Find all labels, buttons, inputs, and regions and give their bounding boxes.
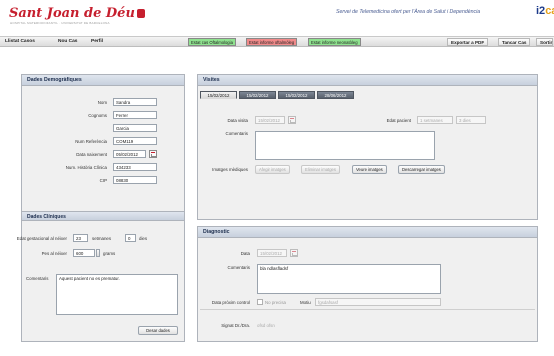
naix-label: Data naixement: [76, 152, 107, 157]
visits-panel: Visites 15/02/2012 15/02/2012 15/02/2012…: [197, 74, 538, 220]
status-badge-informe-neonatoleg: Estat informe neonatòleg: [308, 38, 361, 46]
dies-field[interactable]: 0: [125, 234, 136, 242]
nav-nou-cas[interactable]: Nou Cas: [58, 39, 77, 44]
signat-label: Signat Dr./Dra.: [221, 323, 250, 328]
edat-setmanes-field[interactable]: 1 setmanes: [417, 116, 453, 124]
delete-images-button[interactable]: Eliminar imatges: [301, 165, 340, 174]
setmanes-field[interactable]: 23: [73, 234, 88, 242]
diag-data-label: Data: [240, 251, 250, 256]
save-data-button[interactable]: Desar dades: [138, 326, 178, 335]
hist-label: Num. Història Clínica: [65, 165, 107, 170]
edat-dies-field[interactable]: 3 dies: [456, 116, 486, 124]
hospital-logo-subtitle: HOSPITAL MATERNOINFANTIL · UNIVERSITAT D…: [10, 21, 110, 25]
ref-label: Num Referència: [75, 139, 107, 144]
cognom2-field[interactable]: Garcia: [113, 124, 157, 132]
edat-gestacional-label: Edat gestacional al néixer: [16, 236, 67, 241]
hospital-logo: Sant Joan de Déu: [9, 6, 145, 21]
view-images-button[interactable]: Veure imatges: [352, 165, 387, 174]
hist-field[interactable]: 434233: [113, 163, 157, 171]
visita-comentaris-label: Comentaris: [225, 131, 248, 136]
ref-field[interactable]: COM119: [113, 137, 157, 145]
diag-data-field[interactable]: 15/02/2012: [257, 249, 287, 257]
visit-tabs: 15/02/2012 15/02/2012 15/02/2012 28/06/2…: [200, 91, 380, 100]
imatges-label: Imatges mèdiques: [212, 167, 248, 172]
cip-field[interactable]: 08830: [113, 176, 157, 184]
diag-comentaris-textarea[interactable]: bla ndlasfladsf: [257, 264, 441, 294]
pes-spinner[interactable]: [96, 249, 100, 257]
nav-perfil[interactable]: Perfil: [91, 39, 103, 44]
visits-title: Visites: [198, 75, 537, 86]
cognoms-label: Cognoms: [88, 113, 107, 118]
service-title: Servei de Telemedicina ofert per l'Àrea …: [336, 9, 481, 15]
edat-pacient-label: Edat pacient: [386, 118, 411, 123]
clinical-title: Dades Clíniques: [22, 211, 184, 221]
clinical-comentaris-label: Comentaris: [26, 276, 49, 281]
visita-comentaris-textarea[interactable]: [255, 131, 435, 160]
cip-label: CIP: [99, 178, 107, 183]
download-images-button[interactable]: Descarregar imatges: [398, 165, 445, 174]
no-precisa-label: No precisa: [265, 300, 286, 305]
logout-button[interactable]: Sortir: [536, 38, 554, 46]
setmanes-unit: setmanes: [92, 236, 112, 241]
cognom1-field[interactable]: Ferrer: [113, 111, 157, 119]
naix-field[interactable]: 05/02/2012: [113, 150, 146, 158]
status-badge-informe-oftalmoleg: Estat informe oftalmòleg: [246, 38, 298, 46]
data-visita-label: Data visita: [227, 118, 249, 123]
data-visita-field[interactable]: 15/02/2012: [255, 116, 285, 124]
i2cat-brand-logo: i2cat: [536, 5, 554, 17]
app-header: Sant Joan de Déu HOSPITAL MATERNOINFANTI…: [0, 0, 554, 30]
tab-visit-3[interactable]: 15/02/2012: [278, 91, 315, 99]
diag-comentaris-label: Comentaris: [227, 265, 250, 270]
motiu-field[interactable]: fgsdafsasf: [315, 298, 441, 306]
calendar-icon[interactable]: [288, 116, 296, 124]
export-pdf-button[interactable]: Exportar a PDF: [447, 38, 489, 46]
pes-unit: grams: [103, 251, 116, 256]
add-images-button[interactable]: Afegir imatges: [255, 165, 290, 174]
clinical-comentaris-textarea[interactable]: Aquest pacient no es prematur.: [56, 274, 178, 315]
dies-unit: dies: [139, 236, 148, 241]
status-badge-cas-oftalmologia: Estat cas Oftalmologia: [188, 38, 236, 46]
main-toolbar: Llistat Casos Nou Cas Perfil Estat cas O…: [0, 36, 554, 47]
diagnostic-title: Diagnostic: [198, 227, 537, 238]
close-case-button[interactable]: Tancar Cas: [498, 38, 531, 46]
proxim-control-label: Data pròxim control: [211, 300, 250, 305]
divider: [200, 309, 535, 310]
nav-llistat-casos[interactable]: Llistat Casos: [5, 39, 35, 44]
no-precisa-checkbox[interactable]: [257, 299, 263, 305]
patient-data-panel: Dades Demogràfiques Nom Sandra Cognoms F…: [17, 74, 185, 342]
pes-label: Pes al néixer: [41, 251, 67, 256]
nom-field[interactable]: Sandra: [113, 98, 157, 106]
diagnostic-panel: Diagnostic Data 15/02/2012 Comentaris bl…: [197, 226, 538, 342]
calendar-icon[interactable]: [149, 150, 157, 158]
calendar-icon[interactable]: [290, 249, 298, 257]
signat-value: ofsd ofsn: [257, 323, 275, 328]
demographics-title: Dades Demogràfiques: [22, 75, 184, 86]
tab-visit-4[interactable]: 28/06/2012: [317, 91, 354, 99]
pes-field[interactable]: 600: [73, 249, 95, 257]
tab-visit-2[interactable]: 15/02/2012: [239, 91, 276, 99]
motiu-label: Motiu: [300, 300, 311, 305]
nom-label: Nom: [97, 100, 107, 105]
logo-mark-icon: [136, 9, 145, 18]
tab-visit-1[interactable]: 15/02/2012: [200, 91, 237, 99]
